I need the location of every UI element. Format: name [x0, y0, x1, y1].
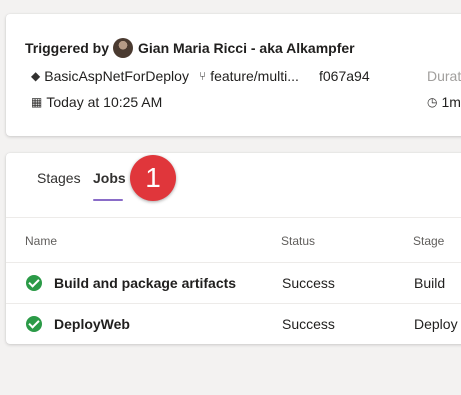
- triggered-by: Triggered by Gian Maria Ricci - aka Alka…: [25, 38, 355, 58]
- duration-label: Durat: [427, 68, 461, 84]
- repo-link[interactable]: ◆ BasicAspNetForDeploy: [31, 68, 189, 84]
- triggered-by-user[interactable]: Gian Maria Ricci - aka Alkampfer: [138, 40, 355, 56]
- triggered-by-label: Triggered by: [25, 40, 110, 56]
- job-status: Success: [282, 316, 335, 332]
- column-name: Name: [25, 234, 58, 248]
- tab-bar: Stages Jobs 1: [6, 153, 461, 218]
- tab-jobs[interactable]: Jobs: [93, 170, 126, 186]
- tab-stages[interactable]: Stages: [37, 170, 81, 186]
- commit-id: f067a94: [319, 68, 370, 84]
- duration-value: ◷ 1m: [427, 94, 461, 110]
- branch-name: feature/multi...: [210, 68, 299, 84]
- calendar-icon: ▦: [31, 95, 43, 109]
- success-icon: [26, 316, 42, 332]
- callout-badge: 1: [130, 155, 176, 201]
- branch-icon: ⑂: [199, 69, 207, 83]
- column-status: Status: [281, 234, 316, 248]
- job-stage: Deploy: [414, 316, 458, 332]
- commit-link[interactable]: f067a94: [319, 68, 370, 84]
- table-header: Name Status Stage: [6, 217, 461, 263]
- table-row[interactable]: DeployWeb Success Deploy: [6, 304, 461, 344]
- run-summary-card: Triggered by Gian Maria Ricci - aka Alka…: [6, 14, 461, 136]
- run-time-text: Today at 10:25 AM: [46, 94, 163, 110]
- job-status: Success: [282, 275, 335, 291]
- jobs-card: Stages Jobs 1 Name Status Stage Build an…: [6, 153, 461, 344]
- tab-selected-indicator: [93, 199, 123, 201]
- success-icon: [26, 275, 42, 291]
- branch-link[interactable]: ⑂ feature/multi...: [199, 68, 299, 84]
- run-time: ▦ Today at 10:25 AM: [31, 94, 162, 110]
- job-name: DeployWeb: [54, 316, 130, 332]
- column-stage: Stage: [413, 234, 445, 248]
- job-name: Build and package artifacts: [54, 275, 237, 291]
- job-stage: Build: [414, 275, 446, 291]
- table-row[interactable]: Build and package artifacts Success Buil…: [6, 263, 461, 304]
- clock-icon: ◷: [427, 95, 438, 109]
- repo-name: BasicAspNetForDeploy: [44, 68, 189, 84]
- avatar: [113, 38, 134, 58]
- repo-icon: ◆: [31, 69, 41, 83]
